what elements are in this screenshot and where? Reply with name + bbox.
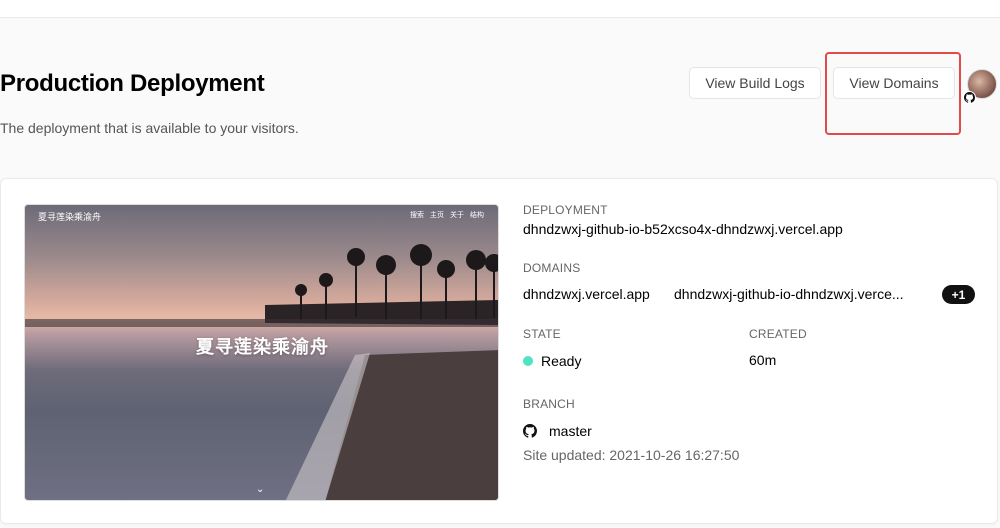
github-icon xyxy=(523,424,537,438)
top-bar xyxy=(0,0,1000,18)
page-subtitle: The deployment that is available to your… xyxy=(0,120,299,136)
github-icon xyxy=(963,91,976,104)
branch-value[interactable]: master xyxy=(549,423,592,439)
created-label: CREATED xyxy=(749,327,807,341)
chevron-down-icon: ⌄ xyxy=(256,484,265,495)
view-domains-button[interactable]: View Domains xyxy=(833,67,955,99)
view-build-logs-button[interactable]: View Build Logs xyxy=(689,67,821,99)
deployment-url[interactable]: dhndzwxj-github-io-b52xcso4x-dhndzwxj.ve… xyxy=(523,221,843,237)
domain-link-2[interactable]: dhndzwxj-github-io-dhndzwxj.verce... xyxy=(674,286,904,302)
preview-nav-search: 搜索 xyxy=(410,212,424,219)
branch-label: BRANCH xyxy=(523,397,575,411)
state-label: STATE xyxy=(523,327,561,341)
preview-nav: 搜索 主页 关于 结构 xyxy=(410,210,484,220)
domain-link-1[interactable]: dhndzwxj.vercel.app xyxy=(523,286,650,302)
state-value: Ready xyxy=(541,353,582,369)
preview-nav-structure: 结构 xyxy=(470,212,484,219)
page-header: Production Deployment The deployment tha… xyxy=(0,18,1000,178)
deployment-card: 夏寻莲染乘渝舟 搜索 主页 关于 结构 夏寻莲染乘渝舟 ⌄ DEPLOYMENT… xyxy=(0,178,998,524)
deployment-preview[interactable]: 夏寻莲染乘渝舟 搜索 主页 关于 结构 夏寻莲染乘渝舟 ⌄ xyxy=(24,204,499,501)
domains-label: DOMAINS xyxy=(523,261,581,275)
preview-site-name: 夏寻莲染乘渝舟 xyxy=(38,212,102,222)
site-updated-text: Site updated: 2021-10-26 16:27:50 xyxy=(523,447,740,463)
ready-status-dot xyxy=(523,356,533,366)
domains-more-badge[interactable]: +1 xyxy=(942,285,975,304)
deployment-label: DEPLOYMENT xyxy=(523,203,608,217)
page-title: Production Deployment xyxy=(0,70,265,97)
preview-nav-about: 关于 xyxy=(450,212,464,219)
preview-nav-home: 主页 xyxy=(430,212,444,219)
created-value: 60m xyxy=(749,352,777,368)
preview-hero-title: 夏寻莲染乘渝舟 xyxy=(196,337,329,357)
